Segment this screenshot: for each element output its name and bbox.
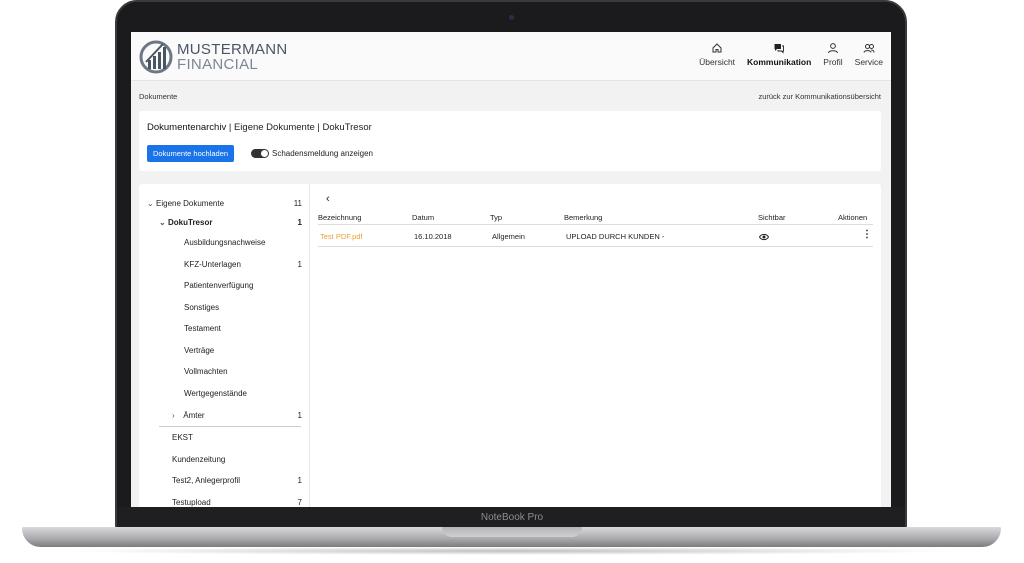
nav-item-profil[interactable]: Profil xyxy=(823,42,843,67)
chevron-down-icon: ⌄ xyxy=(147,199,154,208)
tree-item-label: DokuTresor xyxy=(168,218,213,227)
file-name-link[interactable]: Test PDF.pdf xyxy=(320,232,363,241)
folder-tree: ⌄ Eigene Dokumente 11 ⌄ DokuTresor 1 Ausbi… xyxy=(139,184,310,507)
tree-item-label: Ausbildungsnachweise xyxy=(184,238,266,247)
tree-item-count: 1 xyxy=(297,260,302,269)
tree-item-count: 1 xyxy=(297,411,302,420)
company-logo[interactable]: MUSTERMANN FINANCIAL xyxy=(139,38,288,76)
tree-item-label: KFZ-Unterlagen xyxy=(184,260,241,269)
tree-item-count: 1 xyxy=(297,218,302,227)
toggle-knob xyxy=(261,150,268,157)
documents-table: ‹ Bezeichnung Datum Typ Bemerkung Sichtb… xyxy=(318,184,878,507)
archive-header-card: Dokumentenarchiv | Eigene Dokumente | Do… xyxy=(139,111,881,171)
column-header-aktionen[interactable]: Aktionen xyxy=(838,213,867,222)
tree-item-ausbildungsnachweise[interactable]: Ausbildungsnachweise xyxy=(184,236,310,250)
column-header-datum[interactable]: Datum xyxy=(412,213,434,222)
chevron-down-icon: ⌄ xyxy=(159,218,166,227)
page-title-main: Dokumentenarchiv xyxy=(147,122,227,133)
page-title: Dokumentenarchiv | Eigene Dokumente | Do… xyxy=(147,122,372,133)
tree-item-patientenverfuegung[interactable]: Patientenverfügung xyxy=(184,279,310,293)
chat-icon xyxy=(774,44,785,54)
chevron-left-icon[interactable]: ‹ xyxy=(326,193,330,205)
tree-item-testupload[interactable]: Testupload 7 xyxy=(172,496,310,507)
tree-item-count: 7 xyxy=(297,498,302,507)
tree-item-label: Kundenzeitung xyxy=(172,455,226,464)
nav-item-service[interactable]: Service xyxy=(855,42,883,67)
nav-label: Profil xyxy=(823,57,843,67)
laptop-base-notch xyxy=(442,527,582,537)
column-header-sichtbar[interactable]: Sichtbar xyxy=(758,213,786,222)
home-icon xyxy=(712,43,722,53)
nav-item-kommunikation[interactable]: Kommunikation xyxy=(747,42,811,67)
laptop-mockup: MUSTERMANN FINANCIAL Übersicht Kommunika… xyxy=(0,0,1024,563)
app-header: MUSTERMANN FINANCIAL Übersicht Kommunika… xyxy=(131,32,891,81)
damage-report-toggle-label: Schadensmeldung anzeigen xyxy=(272,149,373,158)
tree-item-label: Eigene Dokumente xyxy=(156,199,225,208)
page-title-path: | Eigene Dokumente | DokuTresor xyxy=(226,122,372,133)
tree-item-testament[interactable]: Testament xyxy=(184,322,310,336)
tree-item-label: Wertgegenstände xyxy=(184,389,248,398)
tree-item-label: Verträge xyxy=(184,346,215,355)
tree-item-aemter[interactable]: › Ämter 1 xyxy=(172,409,310,423)
nav-label: Übersicht xyxy=(699,57,736,67)
tree-item-label: Patientenverfügung xyxy=(184,281,254,290)
logo-line-1: MUSTERMANN xyxy=(177,41,288,58)
tree-item-kundenzeitung[interactable]: Kundenzeitung xyxy=(172,453,310,467)
tree-item-sonstiges[interactable]: Sonstiges xyxy=(184,301,310,315)
tree-item-wertgegenstaende[interactable]: Wertgegenstände xyxy=(184,387,310,401)
tree-item-test2-anlegerprofil[interactable]: Test2, Anlegerprofil 1 xyxy=(172,474,310,488)
tree-item-kfz-unterlagen[interactable]: KFZ-Unterlagen 1 xyxy=(184,258,310,272)
user-icon xyxy=(827,43,838,54)
column-header-bezeichnung[interactable]: Bezeichnung xyxy=(318,213,361,222)
row-remark: UPLOAD DURCH KUNDEN - xyxy=(566,232,665,241)
tree-item-label: Sonstiges xyxy=(184,303,220,312)
eye-icon[interactable] xyxy=(759,233,769,241)
nav-label: Kommunikation xyxy=(747,57,812,67)
tree-item-ekst[interactable]: EKST xyxy=(172,431,310,445)
logo-line-2: FINANCIAL xyxy=(177,56,259,73)
column-header-bemerkung[interactable]: Bemerkung xyxy=(564,213,602,222)
camera-dot xyxy=(509,15,514,20)
more-vertical-icon[interactable]: ⋮ xyxy=(862,229,872,240)
tree-item-label: Ämter xyxy=(183,411,205,420)
tree-item-count: 11 xyxy=(293,199,302,208)
nav-label: Service xyxy=(854,57,883,67)
breadcrumb-current: Dokumente xyxy=(139,92,178,101)
documents-card: ⌄ Eigene Dokumente 11 ⌄ DokuTresor 1 Ausbi… xyxy=(139,184,881,507)
table-header-divider xyxy=(318,224,873,225)
upload-documents-button[interactable]: Dokumente hochladen xyxy=(147,145,235,162)
tree-item-count: 1 xyxy=(297,476,302,485)
tree-item-label: EKST xyxy=(172,433,193,442)
nav-item-uebersicht[interactable]: Übersicht xyxy=(699,42,735,67)
device-brand-label: NoteBook Pro xyxy=(480,512,544,523)
app-screen: MUSTERMANN FINANCIAL Übersicht Kommunika… xyxy=(131,32,891,507)
damage-report-toggle[interactable] xyxy=(251,149,269,158)
tree-divider xyxy=(159,426,301,427)
column-header-typ[interactable]: Typ xyxy=(490,213,502,222)
breadcrumb: Dokumente zurück zur Kommunikationsübers… xyxy=(131,87,891,105)
tree-item-vertraege[interactable]: Verträge xyxy=(184,344,310,358)
chevron-right-icon: › xyxy=(172,411,175,420)
logo-chart-icon xyxy=(139,40,173,74)
back-to-communication-link[interactable]: zurück zur Kommunikationsübersicht xyxy=(758,92,881,101)
row-type: Allgemein xyxy=(492,232,525,241)
tree-item-label: Vollmachten xyxy=(184,367,228,376)
damage-report-toggle-group: Schadensmeldung anzeigen xyxy=(251,149,373,158)
tree-item-label: Test2, Anlegerprofil xyxy=(172,476,241,485)
tree-item-label: Testament xyxy=(184,324,221,333)
tree-item-vollmachten[interactable]: Vollmachten xyxy=(184,365,310,379)
main-nav: Übersicht Kommunikation Profil Service xyxy=(699,42,883,67)
laptop-shadow xyxy=(60,547,964,555)
users-icon xyxy=(863,44,875,53)
row-date: 16.10.2018 xyxy=(414,232,452,241)
tree-item-eigene-dokumente[interactable]: ⌄ Eigene Dokumente 11 xyxy=(147,197,310,211)
tree-item-label: Testupload xyxy=(172,498,211,507)
table-row-divider xyxy=(318,246,873,247)
tree-item-dokutresor[interactable]: ⌄ DokuTresor 1 xyxy=(159,216,310,230)
